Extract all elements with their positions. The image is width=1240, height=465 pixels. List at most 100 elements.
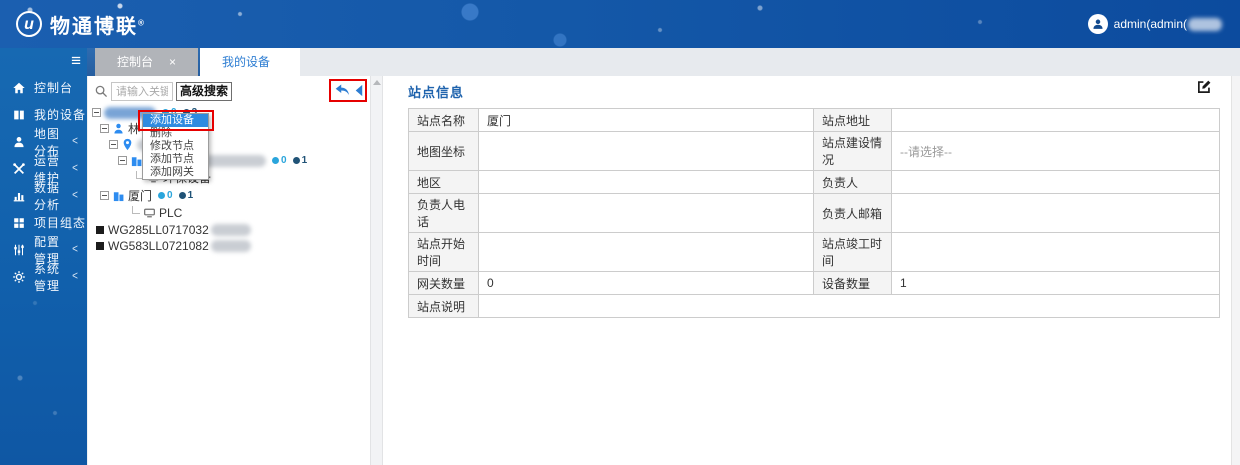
scroll-up-icon[interactable] [373, 80, 381, 85]
sidebar-toggle-icon[interactable]: ≡ [71, 52, 81, 69]
collapse-twisty-icon[interactable] [92, 108, 101, 117]
site-info-panel: 站点信息 站点名称 厦门 站点地址 地图坐标 站点建设情况 --请选择-- 地区… [383, 76, 1240, 465]
sidebar-item-label: 数据分析 [34, 180, 61, 212]
user-menu[interactable]: admin(admin( [1087, 14, 1222, 34]
app-window: u 物通博联® admin(admin( ≡ 控制台 我的设备 地图分布 < 运… [0, 0, 1240, 465]
menu-item-modify-node[interactable]: 修改节点 [143, 140, 208, 153]
table-row: 网关数量 0 设备数量 1 [408, 271, 1220, 295]
tree-node-xiamen[interactable]: 厦门 0 1 [100, 188, 193, 203]
tab-bar: 控制台 × 我的设备× [87, 48, 1240, 97]
field-value-construction-select[interactable]: --请选择-- [891, 131, 1220, 171]
sidebar-item-data-analysis[interactable]: 数据分析 < [0, 181, 87, 212]
field-value-manager-phone[interactable] [478, 193, 814, 233]
tab-my-devices[interactable]: 我的设备× [200, 48, 300, 97]
user-name: admin(admin( [1113, 17, 1187, 31]
field-label: 地图坐标 [408, 131, 479, 171]
field-value-gateway-count: 0 [478, 271, 814, 295]
offline-count-dot [292, 157, 300, 164]
table-row: 地区 负责人 [408, 170, 1220, 194]
collapse-panel-icon[interactable] [353, 84, 364, 97]
chart-icon [13, 192, 25, 201]
chevron-icon: < [72, 269, 78, 284]
table-row: 地图坐标 站点建设情况 --请选择-- [408, 131, 1220, 171]
field-value-site-description[interactable] [478, 294, 1220, 318]
gear-icon [13, 270, 25, 283]
menu-item-add-device[interactable]: 添加设备 [143, 114, 208, 127]
field-label: 网关数量 [408, 271, 479, 295]
offline-count: 1 [301, 155, 308, 166]
maintenance-icon [13, 162, 25, 174]
redacted-serial-suffix [210, 239, 251, 252]
home-icon [13, 82, 25, 93]
field-value-region[interactable] [478, 170, 814, 194]
tree-node-gateway2[interactable]: WG583LL0721082 [96, 238, 251, 253]
tab-console[interactable]: 控制台 × [95, 48, 198, 76]
tree-node-gateway1[interactable]: WG285LL0717032 [96, 222, 251, 237]
device-tree-panel: 高级搜索 0 3 [87, 76, 370, 465]
person-icon [114, 123, 123, 134]
field-value-site-name[interactable]: 厦门 [478, 108, 814, 132]
redacted-serial-suffix [210, 223, 251, 236]
sidebar-item-label: 控制台 [34, 81, 74, 95]
brand-logo-icon: u [16, 11, 42, 37]
field-value-map-coords[interactable] [478, 131, 814, 171]
page-scrollbar[interactable] [1231, 76, 1240, 465]
chevron-icon: < [72, 134, 78, 149]
sidebar-item-console[interactable]: 控制台 [0, 74, 87, 101]
field-label: 设备数量 [813, 271, 892, 295]
tree-node-label: WG285LL0717032 [108, 222, 209, 237]
menu-item-delete[interactable]: 删除 [143, 127, 208, 140]
sidebar-item-system-mgmt[interactable]: 系统管理 < [0, 262, 87, 293]
tree-node-plc[interactable]: PLC [132, 205, 182, 220]
sliders-icon [14, 244, 24, 255]
online-count: 0 [167, 190, 173, 201]
tree-node-label: PLC [159, 205, 183, 220]
devices-icon [14, 110, 24, 119]
tree-scrollbar[interactable] [370, 76, 383, 465]
location-pin-icon [123, 138, 132, 151]
collapse-twisty-icon[interactable] [109, 140, 118, 149]
search-icon [95, 85, 108, 98]
collapse-twisty-icon[interactable] [100, 191, 109, 200]
sidebar-item-label: 项目组态 [34, 216, 87, 230]
field-value-manager-email[interactable] [891, 193, 1220, 233]
field-label: 站点地址 [813, 108, 892, 132]
offline-count-dot [178, 192, 186, 199]
collapse-twisty-icon[interactable] [100, 124, 109, 133]
field-value-site-address[interactable] [891, 108, 1220, 132]
gateway-icon [96, 225, 104, 234]
context-menu: 添加设备 删除 修改节点 添加节点 添加网关 [142, 113, 209, 180]
undo-arrow-icon[interactable] [334, 83, 351, 97]
keyword-search-input[interactable] [111, 82, 173, 101]
user-avatar-icon [1087, 14, 1108, 34]
panel-title: 站点信息 [408, 85, 465, 100]
sidebar-nav: ≡ 控制台 我的设备 地图分布 < 运营维护 < 数据分析 < 项目组态 配置管… [0, 48, 87, 465]
field-value-completion-time[interactable] [891, 232, 1220, 272]
tree-node-label: 厦门 [128, 189, 153, 203]
field-label: 站点竣工时间 [813, 232, 892, 272]
chevron-icon: < [72, 242, 78, 257]
sidebar-item-label: 我的设备 [34, 108, 87, 122]
advanced-search-button[interactable]: 高级搜索 [176, 82, 233, 101]
field-value-device-count: 1 [891, 271, 1220, 295]
brand-logo: u 物通博联® [16, 10, 146, 39]
gateway-icon [96, 241, 104, 250]
close-icon[interactable]: × [169, 55, 176, 69]
field-label: 负责人电话 [408, 193, 479, 233]
table-row: 站点说明 [408, 294, 1220, 318]
redacted-user-suffix [1188, 17, 1222, 31]
online-count-dot [158, 192, 166, 199]
grid-icon [14, 217, 24, 228]
field-value-manager[interactable] [891, 170, 1220, 194]
brand-name: 物通博联® [50, 15, 146, 38]
tree-connector [132, 205, 140, 214]
top-navbar: u 物通博联® admin(admin( [0, 0, 1240, 48]
edit-pencil-icon[interactable] [1196, 79, 1212, 95]
collapse-twisty-icon[interactable] [118, 156, 127, 165]
offline-count: 1 [187, 190, 194, 201]
online-count: 0 [281, 155, 287, 166]
menu-item-add-node[interactable]: 添加节点 [143, 153, 208, 166]
sidebar-item-label: 系统管理 [34, 261, 61, 293]
field-value-start-time[interactable] [478, 232, 814, 272]
menu-item-add-gateway[interactable]: 添加网关 [143, 166, 208, 179]
